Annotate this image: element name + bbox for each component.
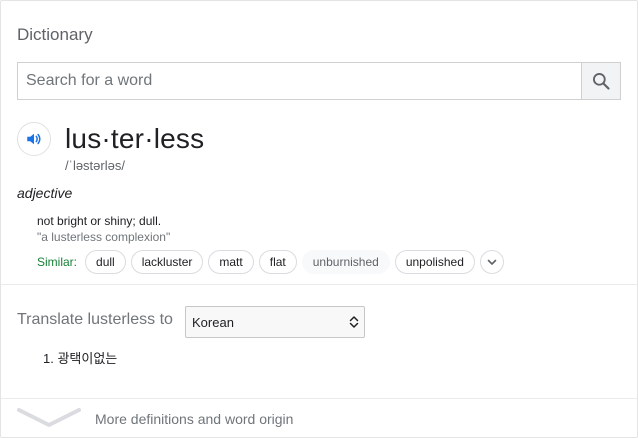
similar-words-row: Similar: dull lackluster matt flat unbur…: [37, 249, 504, 275]
chevron-down-icon: [17, 408, 81, 427]
pronunciation-button[interactable]: [17, 122, 51, 156]
similar-chip-unpolished[interactable]: unpolished: [394, 250, 475, 274]
similar-chip-lackluster[interactable]: lackluster: [130, 250, 204, 274]
search-box: [17, 62, 621, 100]
section-divider: [1, 284, 637, 285]
search-button[interactable]: [581, 63, 620, 99]
speaker-icon: [27, 133, 41, 145]
part-of-speech: adjective: [17, 185, 73, 201]
more-definitions-label: More definitions and word origin: [95, 411, 294, 427]
similar-chip-matt[interactable]: matt: [208, 250, 254, 274]
more-definitions-link[interactable]: More definitions and word origin: [1, 399, 637, 437]
card-title: Dictionary: [17, 25, 93, 44]
headword: lus·ter·less: [65, 123, 205, 154]
expand-similar-button[interactable]: [479, 250, 504, 274]
definition-text: not bright or shiny; dull.: [37, 214, 162, 228]
example-text: "a lusterless complexion": [37, 230, 171, 244]
language-select-value: Korean: [192, 314, 234, 330]
similar-label: Similar:: [37, 255, 78, 269]
phonetic-spelling: /ˈləstərləs/: [65, 158, 125, 173]
similar-chip-unburnished[interactable]: unburnished: [301, 250, 390, 274]
dictionary-card: Dictionary lus·ter·less /ˈləstərləs/ adj…: [0, 0, 638, 438]
translation-result: 1. 광택이없는: [43, 351, 118, 366]
language-select[interactable]: Korean: [185, 306, 365, 338]
translate-label: Translate lusterless to: [17, 311, 173, 328]
chevron-down-icon: [487, 259, 497, 265]
search-input[interactable]: [18, 63, 582, 99]
select-arrows-icon: [349, 316, 359, 328]
similar-chip-flat[interactable]: flat: [258, 250, 297, 274]
similar-chip-dull[interactable]: dull: [85, 250, 126, 274]
search-icon: [593, 73, 610, 90]
